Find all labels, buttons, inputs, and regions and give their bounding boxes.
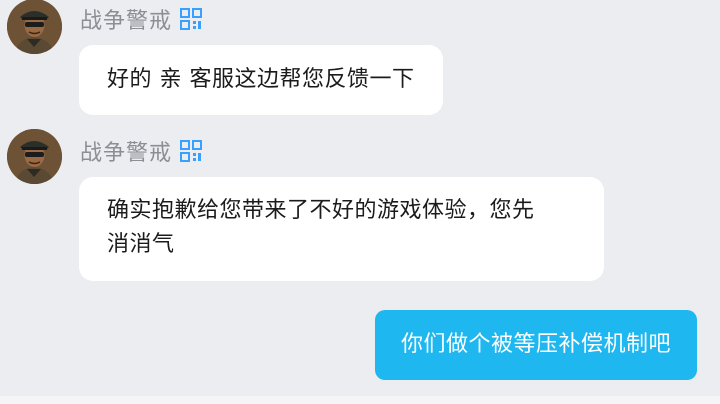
message-text: 你们做个被等压补偿机制吧	[400, 332, 671, 357]
message-text-line: 确实抱歉给您带来了不好的游戏体验，您先	[107, 198, 535, 223]
message-bubble[interactable]: 好的 亲 客服这边帮您反馈一下	[79, 45, 443, 115]
avatar[interactable]	[7, 0, 62, 54]
message-bubble[interactable]: 确实抱歉给您带来了不好的游戏体验，您先 消消气	[79, 177, 604, 281]
soldier-portrait-icon	[7, 129, 62, 184]
sender-name[interactable]: 战争警戒	[80, 3, 172, 35]
chat-area: 战争警戒 好的 亲 客服这边帮您反馈一下 战争警戒 确实抱歉给您带来了不好的游戏…	[0, 0, 720, 404]
message-text-line: 消消气	[107, 232, 175, 257]
qr-code-badge-icon	[180, 140, 203, 162]
sender-name[interactable]: 战争警戒	[80, 135, 172, 167]
message-bubble-outgoing[interactable]: 你们做个被等压补偿机制吧	[374, 310, 697, 380]
qr-code-badge-icon	[180, 8, 203, 30]
avatar[interactable]	[7, 129, 62, 184]
sender-row: 战争警戒	[80, 135, 203, 167]
message-text: 好的 亲 客服这边帮您反馈一下	[107, 67, 415, 92]
sender-row: 战争警戒	[80, 3, 203, 35]
soldier-portrait-icon	[7, 0, 62, 54]
input-bar-edge	[0, 396, 720, 404]
